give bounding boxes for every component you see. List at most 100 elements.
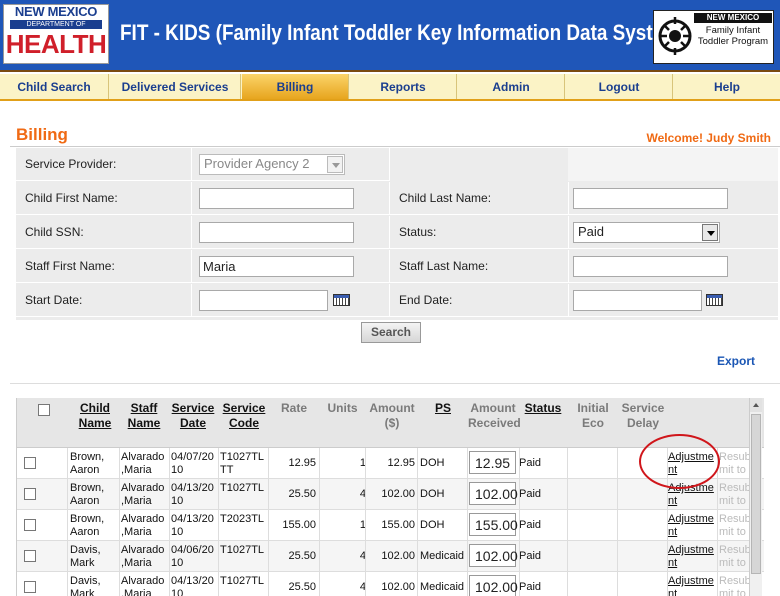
staff-last-name-input[interactable] [573,256,728,277]
select-all-checkbox[interactable] [38,404,50,416]
empty-cell [390,148,568,181]
filter-row-ssn-status: Child SSN: Status: Paid [16,216,778,249]
column-divider [67,448,68,596]
amount-cell: 102.00 [381,488,415,500]
amount-received-input[interactable]: 12.95 [469,451,516,474]
adjustment-link[interactable]: Adjustment [668,575,716,596]
child-last-name-input[interactable] [573,188,728,209]
resubmit-link[interactable]: Resubmit to DOH [719,575,753,596]
resubmit-link[interactable]: Resubmit to DOH [719,482,753,508]
child-first-name-input[interactable] [199,188,354,209]
col-ps[interactable]: PS [419,401,467,416]
table-row: Brown, Aaron Alvarado ,Maria 04/13/2010 T10… [17,479,764,510]
service-code-cell: T1027TL [220,482,265,494]
status-cell: Paid [519,488,542,500]
row-checkbox[interactable] [24,488,36,500]
ps-cell: DOH [420,457,445,469]
divider [568,182,569,215]
amount-received-input[interactable]: 102.00 [469,544,518,567]
row-checkbox[interactable] [24,457,36,469]
amount-received-input[interactable]: 102.00 [469,482,518,505]
search-button[interactable]: Search [361,322,421,343]
divider [568,250,569,283]
col-units: Units [327,401,358,415]
resubmit-link[interactable]: Resubmit to DOH [719,513,753,539]
amount-received-input[interactable]: 155.00 [469,513,518,536]
tab-help[interactable]: Help [674,74,780,99]
staff-name-cell: Alvarado ,Maria [121,544,165,569]
adjustment-link[interactable]: Adjustment [668,544,716,570]
row-checkbox[interactable] [24,581,36,593]
child-name-cell: Brown, Aaron [70,482,105,507]
col-status[interactable]: Status [520,401,566,416]
col-staff-name[interactable]: Staff Name [122,401,166,431]
end-date-label: End Date: [399,293,453,307]
logo-line-2: DEPARTMENT OF [10,20,102,29]
column-divider [617,448,618,596]
start-date-label: Start Date: [25,293,83,307]
tab-billing[interactable]: Billing [242,74,349,99]
col-service-date[interactable]: Service Date [170,401,216,431]
divider [191,250,192,283]
status-cell: Paid [519,519,542,531]
start-date-input[interactable] [199,290,328,311]
service-provider-label: Service Provider: [25,157,117,171]
col-amount-received: Amount Received [468,401,521,430]
child-ssn-label: Child SSN: [25,225,84,239]
status-cell: Paid [519,550,542,562]
tab-reports[interactable]: Reports [350,74,457,99]
staff-name-cell: Alvarado ,Maria [121,451,165,476]
tab-logout[interactable]: Logout [566,74,673,99]
calendar-icon[interactable] [706,294,723,306]
export-link[interactable]: Export [717,354,755,368]
units-cell: 4 [359,581,366,593]
row-checkbox[interactable] [24,550,36,562]
col-service-delay: Service Delay [621,401,665,430]
service-provider-value: Provider Agency 2 [204,156,310,171]
chevron-down-icon [327,156,343,173]
calendar-icon[interactable] [333,294,350,306]
child-name-cell: Davis, Mark [70,575,101,596]
row-checkbox[interactable] [24,519,36,531]
tab-admin[interactable]: Admin [458,74,565,99]
divider [191,182,192,215]
amount-cell: 102.00 [381,550,415,562]
staff-last-name-label: Staff Last Name: [399,259,489,273]
table-row: Davis, Mark Alvarado ,Maria 04/06/2010 T102… [17,541,764,572]
scroll-thumb[interactable] [751,414,761,574]
col-service-code[interactable]: Service Code [220,401,268,431]
app-title: FIT - KIDS (Family Infant Toddler Key In… [120,20,687,45]
divider [10,383,780,384]
filter-row-staff-name: Staff First Name: Maria Staff Last Name: [16,250,778,283]
chevron-down-icon [702,224,718,241]
amount-received-input[interactable]: 102.00 [469,575,518,596]
status-select[interactable]: Paid [573,222,720,243]
staff-name-cell: Alvarado ,Maria [121,513,165,538]
staff-first-name-input[interactable]: Maria [199,256,354,277]
fit-program-logo: NEW MEXICO Family Infant Toddler Program [653,10,774,64]
adjustment-link[interactable]: Adjustment [668,513,716,539]
amount-cell: 155.00 [381,519,415,531]
scroll-up-icon[interactable] [750,398,762,412]
service-provider-select[interactable]: Provider Agency 2 [199,154,345,175]
column-divider [268,448,269,596]
col-rate: Rate [280,401,307,415]
table-scrollbar[interactable] [749,398,762,596]
divider [568,216,569,249]
resubmit-link[interactable]: Resubmit to DOH [719,544,753,570]
rate-cell: 155.00 [282,519,316,531]
service-date-cell: 04/13/2010 [171,513,214,538]
tab-delivered-services[interactable]: Delivered Services [110,74,241,99]
child-ssn-input[interactable] [199,222,354,243]
column-divider [567,448,568,596]
divider [389,284,390,317]
filter-row-provider: Service Provider: Provider Agency 2 [16,148,778,181]
end-date-input[interactable] [573,290,702,311]
amount-cell: 12.95 [387,457,415,469]
column-divider [519,448,520,596]
page-title: Billing [16,125,68,144]
table-row: Brown, Aaron Alvarado ,Maria 04/13/2010 T20… [17,510,764,541]
col-child-name[interactable]: Child Name [73,401,117,431]
resubmit-link[interactable]: Resubmit to DOH [719,451,753,477]
tab-child-search[interactable]: Child Search [0,74,109,99]
